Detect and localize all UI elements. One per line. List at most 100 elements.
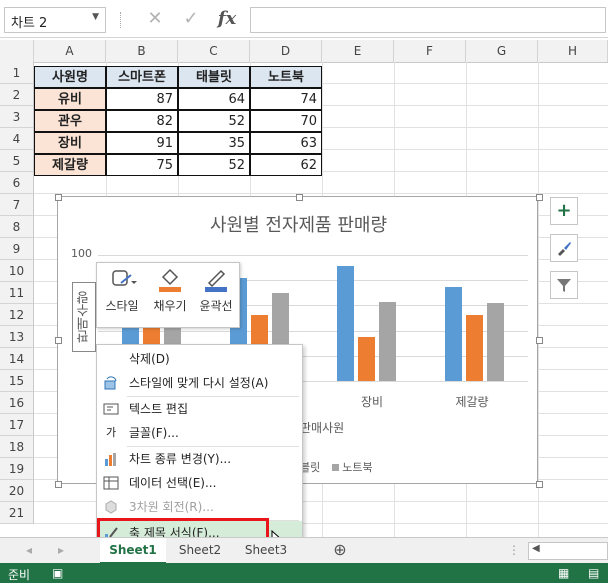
row-header[interactable]: 13 — [0, 326, 34, 348]
formula-input[interactable] — [250, 7, 606, 33]
column-header[interactable]: B — [106, 40, 178, 62]
y-axis-title-box[interactable]: 판매수량 — [72, 282, 96, 352]
column-header[interactable]: F — [394, 40, 466, 62]
table-header[interactable]: 스마트폰 — [106, 66, 178, 88]
tab-split-handle[interactable]: ⋮ — [508, 538, 520, 562]
table-header[interactable]: 태블릿 — [178, 66, 250, 88]
normal-view-icon[interactable]: ▦ — [558, 566, 569, 580]
resize-handle[interactable] — [55, 337, 62, 344]
row-header[interactable]: 21 — [0, 502, 34, 524]
table-row-name[interactable]: 제갈량 — [34, 154, 106, 176]
table-row-name[interactable]: 관우 — [34, 110, 106, 132]
row-header[interactable]: 11 — [0, 282, 34, 304]
table-cell[interactable]: 91 — [106, 132, 178, 154]
menu-item-select-data[interactable]: 데이터 선택(E)... — [97, 471, 302, 495]
insert-function-icon[interactable]: fx — [214, 7, 240, 31]
menu-item-reset-style[interactable]: 스타일에 맞게 다시 설정(A) — [97, 371, 302, 395]
style-button[interactable]: 스타일 — [99, 267, 145, 314]
x-axis-title[interactable]: 판매사원 — [300, 419, 344, 436]
y-axis-title[interactable]: 판매수량 — [75, 291, 94, 343]
column-header[interactable]: H — [538, 40, 608, 62]
bar-2-0[interactable] — [337, 266, 355, 381]
bar-3-0[interactable] — [444, 286, 462, 381]
table-cell[interactable]: 87 — [106, 88, 178, 110]
chart-title[interactable]: 사원별 전자제품 판매량 — [58, 211, 539, 237]
table-cell[interactable]: 75 — [106, 154, 178, 176]
add-sheet-icon[interactable]: ⊕ — [330, 538, 350, 562]
table-row-name[interactable]: 유비 — [34, 88, 106, 110]
table-header[interactable]: 노트북 — [250, 66, 322, 88]
sheet-tab-sheet1[interactable]: Sheet1 — [100, 538, 166, 564]
column-header[interactable]: A — [34, 40, 106, 62]
row-header[interactable]: 9 — [0, 238, 34, 260]
chevron-down-icon[interactable]: ▼ — [92, 12, 99, 22]
bar-3-1[interactable] — [465, 315, 483, 381]
horizontal-scrollbar[interactable]: ◀ — [528, 542, 608, 560]
sheet-tab-sheet3[interactable]: Sheet3 — [234, 538, 298, 562]
row-header[interactable]: 14 — [0, 348, 34, 370]
row-header[interactable]: 3 — [0, 106, 34, 128]
table-row-name[interactable]: 장비 — [34, 132, 106, 154]
macro-record-icon[interactable]: ▣ — [52, 566, 63, 580]
bar-3-2[interactable] — [486, 302, 504, 381]
row-header[interactable]: 8 — [0, 216, 34, 238]
bar-2-1[interactable] — [358, 336, 376, 381]
row-header[interactable]: 20 — [0, 480, 34, 502]
chart-elements-button[interactable]: + — [550, 197, 578, 225]
menu-item-change-chart-type[interactable]: 차트 종류 변경(Y)... — [97, 447, 302, 471]
menu-item-edit-text[interactable]: 텍스트 편집 — [97, 397, 302, 421]
scroll-left-icon[interactable]: ◂ — [22, 538, 36, 562]
row-header[interactable]: 5 — [0, 150, 34, 172]
table-cell[interactable]: 62 — [250, 154, 322, 176]
page-layout-view-icon[interactable]: ▤ — [588, 566, 599, 580]
table-cell[interactable]: 63 — [250, 132, 322, 154]
row-header[interactable]: 12 — [0, 304, 34, 326]
sheet-tab-sheet2[interactable]: Sheet2 — [168, 538, 232, 562]
resize-handle[interactable] — [536, 194, 543, 201]
table-cell[interactable]: 64 — [178, 88, 250, 110]
table-cell[interactable]: 70 — [250, 110, 322, 132]
chart-styles-button[interactable] — [550, 234, 578, 262]
table-cell[interactable]: 35 — [178, 132, 250, 154]
name-box[interactable]: 차트 2 ▼ — [4, 7, 106, 33]
select-all-corner[interactable] — [0, 40, 34, 62]
row-header[interactable]: 19 — [0, 458, 34, 480]
row-header[interactable]: 6 — [0, 172, 34, 194]
resize-handle[interactable] — [55, 194, 62, 201]
row-header[interactable]: 16 — [0, 392, 34, 414]
menu-item-delete[interactable]: 삭제(D) — [97, 347, 302, 371]
row-header[interactable]: 1 — [0, 62, 34, 84]
resize-handle[interactable] — [536, 337, 543, 344]
resize-handle[interactable] — [55, 481, 62, 488]
edit-text-icon — [103, 401, 119, 417]
scroll-left-arrow-icon[interactable]: ◀ — [532, 543, 540, 554]
fill-button[interactable]: 채우기 — [147, 267, 193, 314]
chart-filters-button[interactable] — [550, 271, 578, 299]
scroll-right-icon[interactable]: ▸ — [54, 538, 68, 562]
enter-icon[interactable]: ✓ — [178, 7, 204, 31]
column-header[interactable]: C — [178, 40, 250, 62]
table-cell[interactable]: 52 — [178, 110, 250, 132]
legend[interactable]: 블릿 노트북 — [300, 459, 373, 475]
row-header[interactable]: 18 — [0, 436, 34, 458]
row-header[interactable]: 4 — [0, 128, 34, 150]
resize-handle[interactable] — [296, 194, 303, 201]
resize-handle[interactable] — [536, 481, 543, 488]
row-header[interactable]: 7 — [0, 194, 34, 216]
table-header[interactable]: 사원명 — [34, 66, 106, 88]
bar-2-2[interactable] — [379, 301, 397, 381]
column-header[interactable]: G — [466, 40, 538, 62]
row-header[interactable]: 10 — [0, 260, 34, 282]
row-header[interactable]: 15 — [0, 370, 34, 392]
row-header[interactable]: 2 — [0, 84, 34, 106]
column-header[interactable]: E — [322, 40, 394, 62]
row-header[interactable]: 17 — [0, 414, 34, 436]
cancel-icon[interactable]: ✕ — [142, 7, 168, 31]
column-header[interactable]: D — [250, 40, 322, 62]
menu-item-font[interactable]: 가 글꼴(F)... — [97, 421, 302, 445]
table-cell[interactable]: 82 — [106, 110, 178, 132]
table-cell[interactable]: 74 — [250, 88, 322, 110]
menu-item-3d-rotation[interactable]: 3차원 회전(R)... — [97, 495, 302, 519]
outline-button[interactable]: 윤곽선 — [193, 267, 239, 314]
table-cell[interactable]: 52 — [178, 154, 250, 176]
